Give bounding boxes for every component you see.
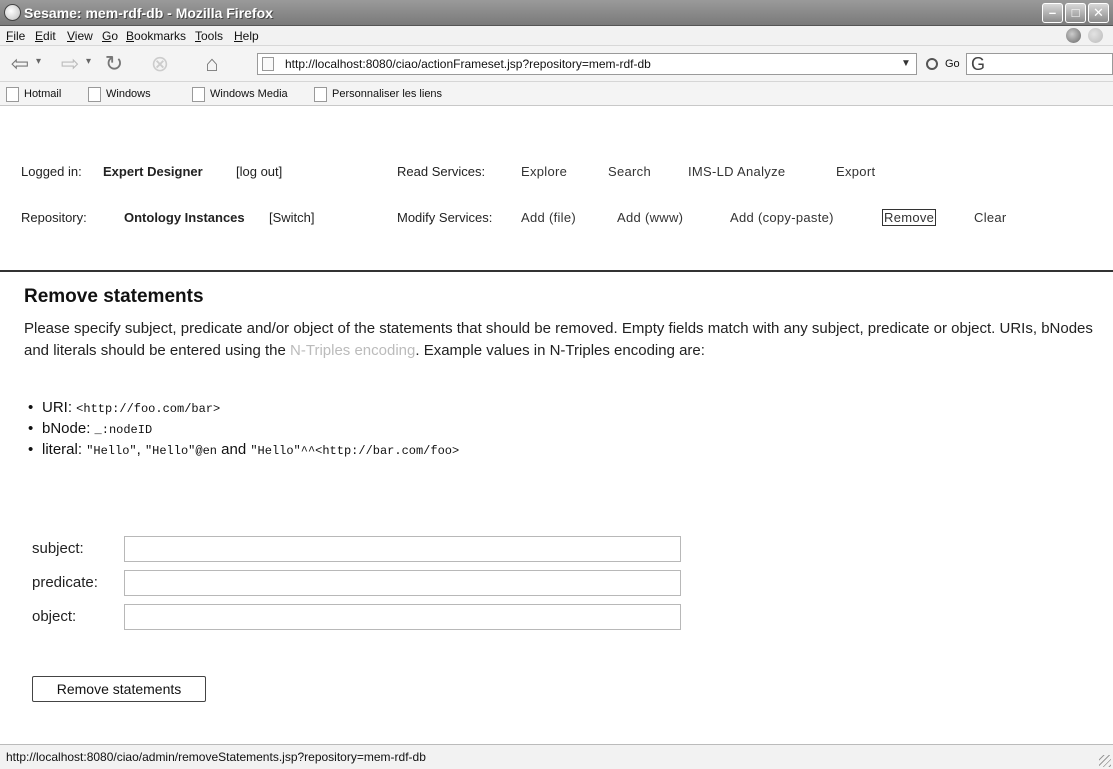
example-uri-label: URI: <box>42 399 77 416</box>
minimize-button[interactable]: – <box>1042 3 1063 23</box>
example-literal-and: and <box>216 441 251 458</box>
menu-view[interactable]: View <box>67 29 93 43</box>
search-input[interactable]: G <box>966 53 1113 75</box>
subject-input[interactable] <box>124 536 681 562</box>
maximize-button[interactable]: □ <box>1065 3 1086 23</box>
logged-in-label: Logged in: <box>21 164 82 179</box>
menu-tools[interactable]: Tools <box>195 29 223 43</box>
menu-edit[interactable]: Edit <box>35 29 56 43</box>
read-imsld-analyze-link[interactable]: IMS-LD Analyze <box>688 164 785 179</box>
modify-remove-link[interactable]: Remove <box>882 209 937 226</box>
close-button[interactable]: ✕ <box>1088 3 1109 23</box>
object-label: object: <box>32 608 77 625</box>
status-bar: http://localhost:8080/ciao/admin/removeS… <box>0 744 1113 769</box>
bookmark-windows-media[interactable]: Windows Media <box>192 87 288 102</box>
address-bar[interactable]: http://localhost:8080/ciao/actionFramese… <box>257 53 917 75</box>
intro-paragraph: Please specify subject, predicate and/or… <box>24 318 1109 362</box>
navigation-toolbar: ⇦ ▾ ⇨ ▾ ↻ ⊗ ⌂ http://localhost:8080/ciao… <box>0 46 1113 82</box>
intro-text-2: . Example values in N-Triples encoding a… <box>415 342 705 359</box>
status-text: http://localhost:8080/ciao/admin/removeS… <box>6 750 426 764</box>
example-uri: URI: <http://foo.com/bar> <box>28 398 459 419</box>
example-bnode-label: bNode: <box>42 420 95 437</box>
go-button[interactable]: Go <box>945 58 960 70</box>
ntriples-link[interactable]: N-Triples encoding <box>290 342 415 359</box>
repository-label: Repository: <box>21 210 87 225</box>
forward-dropdown-icon[interactable]: ▾ <box>86 56 91 67</box>
page-title: Remove statements <box>24 286 204 307</box>
modify-clear-link[interactable]: Clear <box>974 210 1007 225</box>
object-input[interactable] <box>124 604 681 630</box>
predicate-input[interactable] <box>124 570 681 596</box>
firefox-icon <box>4 4 21 21</box>
remove-statements-button[interactable]: Remove statements <box>32 676 206 702</box>
read-services-label: Read Services: <box>397 164 486 179</box>
example-bnode: bNode: _:nodeID <box>28 419 459 440</box>
page-icon <box>262 57 274 71</box>
forward-arrow-icon[interactable]: ⇨ <box>56 51 84 77</box>
home-icon[interactable]: ⌂ <box>198 51 226 77</box>
throbber-icon <box>1066 28 1081 43</box>
address-dropdown-icon[interactable]: ▼ <box>898 54 914 74</box>
reload-icon[interactable]: ↻ <box>100 51 128 77</box>
subject-label: subject: <box>32 540 84 557</box>
example-uri-value: <http://foo.com/bar> <box>76 402 221 416</box>
example-literal-sep: , <box>136 441 145 458</box>
logout-link[interactable]: [log out] <box>236 164 282 179</box>
back-dropdown-icon[interactable]: ▾ <box>36 56 41 67</box>
modify-services-label: Modify Services: <box>397 210 493 225</box>
example-literal-label: literal: <box>42 441 87 458</box>
address-url[interactable]: http://localhost:8080/ciao/actionFramese… <box>285 54 651 74</box>
modify-add-copy-paste-link[interactable]: Add (copy-paste) <box>730 210 834 225</box>
throbber-idle-icon <box>1088 28 1103 43</box>
stop-icon[interactable]: ⊗ <box>146 51 174 77</box>
back-arrow-icon[interactable]: ⇦ <box>6 51 34 77</box>
read-explore-link[interactable]: Explore <box>521 164 567 179</box>
example-literal-value-2: "Hello"@en <box>144 444 217 458</box>
resize-grip-icon[interactable] <box>1099 755 1111 767</box>
services-frame: Logged in: Expert Designer [log out] Rea… <box>0 106 1113 272</box>
menu-bar: File Edit View Go Bookmarks Tools Help <box>0 26 1113 46</box>
go-icon[interactable] <box>926 58 938 70</box>
example-literal: literal: "Hello", "Hello"@en and "Hello"… <box>28 440 459 461</box>
example-literal-value-3: "Hello"^^<http://bar.com/foo> <box>250 444 460 458</box>
title-bar: Sesame: mem-rdf-db - Mozilla Firefox – □… <box>0 0 1113 26</box>
menu-file[interactable]: File <box>6 29 25 43</box>
bookmark-hotmail[interactable]: Hotmail <box>6 87 61 102</box>
bookmark-personnaliser[interactable]: Personnaliser les liens <box>314 87 442 102</box>
example-literal-value-1: "Hello" <box>86 444 137 458</box>
read-export-link[interactable]: Export <box>836 164 875 179</box>
predicate-label: predicate: <box>32 574 98 591</box>
bookmarks-toolbar: Hotmail Windows Windows Media Personnali… <box>0 82 1113 106</box>
menu-bookmarks[interactable]: Bookmarks <box>126 29 186 43</box>
menu-go[interactable]: Go <box>102 29 118 43</box>
google-search-icon: G <box>971 54 986 74</box>
modify-add-file-link[interactable]: Add (file) <box>521 210 576 225</box>
menu-help[interactable]: Help <box>234 29 259 43</box>
example-bnode-value: _:nodeID <box>94 423 153 437</box>
repository-name: Ontology Instances <box>124 210 245 225</box>
switch-repository-link[interactable]: [Switch] <box>269 210 315 225</box>
example-list: URI: <http://foo.com/bar> bNode: _:nodeI… <box>28 398 459 461</box>
read-search-link[interactable]: Search <box>608 164 651 179</box>
content-frame: Remove statements Please specify subject… <box>0 274 1113 744</box>
user-name: Expert Designer <box>103 164 203 179</box>
modify-add-www-link[interactable]: Add (www) <box>617 210 683 225</box>
bookmark-windows[interactable]: Windows <box>88 87 151 102</box>
window-title: Sesame: mem-rdf-db - Mozilla Firefox <box>24 5 273 21</box>
